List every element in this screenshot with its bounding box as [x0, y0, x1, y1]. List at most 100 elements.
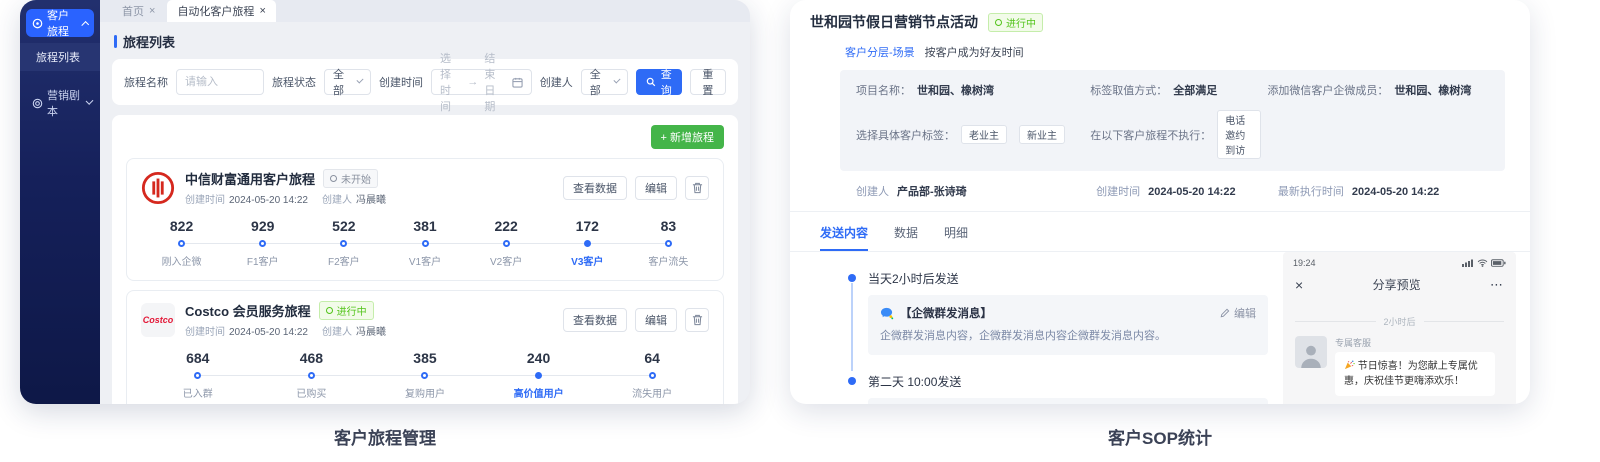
journey-step[interactable]: 822 刚入企微	[141, 218, 223, 268]
message-title: 【企微群发消息】	[900, 308, 992, 320]
costco-logo-text: Costco	[142, 314, 174, 325]
more-icon[interactable]: ⋯	[1490, 277, 1504, 293]
journey-step-active[interactable]: 172 V3客户	[546, 218, 628, 268]
journey-card-citic: 中信财富通用客户旅程 未开始 创建时间 2024-05-20 14:22 创建人冯…	[126, 158, 724, 281]
send-timeline: 当天2小时后发送 【企微群发消息】 编辑 企微群发消息内容，企微群发消息内容企微…	[848, 270, 1268, 404]
close-icon[interactable]: ×	[1295, 277, 1303, 293]
caption-journey-management: 客户旅程管理	[334, 429, 436, 448]
project-name: 项目名称： 世和园、橡树湾	[856, 85, 994, 97]
journey-funnel: 684 已入群 468 已购买 385 复购用户 240 高价值用户 64 流失…	[141, 350, 709, 400]
add-journey-button[interactable]: + 新增旅程	[650, 125, 724, 149]
sop-meta-row: 创建人 产品部-张诗琦 创建时间 2024-05-20 14:22 最新执行时间 20…	[790, 171, 1530, 211]
trash-icon	[692, 314, 703, 326]
status-badge: 进行中	[988, 12, 1043, 32]
tab-automated-journey[interactable]: 自动化客户旅程 ×	[167, 0, 276, 22]
chevron-up-icon	[81, 21, 90, 29]
edit-button[interactable]: 编辑	[635, 307, 677, 332]
target-icon	[32, 98, 43, 109]
range-arrow-icon: →	[467, 76, 479, 88]
journey-step[interactable]: 929 F1客户	[222, 218, 304, 268]
tab-data[interactable]: 数据	[894, 224, 918, 251]
journey-step[interactable]: 522 F2客户	[303, 218, 385, 268]
journey-step[interactable]: 468 已购买	[254, 350, 369, 400]
journey-step[interactable]: 381 V1客户	[384, 218, 466, 268]
scene-text: 按客户成为好友时间	[924, 47, 1024, 59]
section-header: 旅程列表	[114, 32, 750, 51]
search-button[interactable]: 查询	[635, 69, 682, 97]
journey-app-window: 客户旅程 旅程列表 营销剧本 首页 × 自动化客户旅程 × 旅程列表 旅程名称 …	[20, 0, 750, 404]
wecom-members: 添加微信客户企微成员： 世和园、橡树湾	[1267, 85, 1472, 97]
status-ring-icon	[330, 175, 338, 182]
phone-chat-area: 2小时后 专属客服 节日惊喜！为您献上专属优惠，庆祝佳节更嗨添欢乐！	[1283, 299, 1516, 404]
tab-home[interactable]: 首页 ×	[112, 0, 165, 22]
trash-icon	[692, 182, 703, 194]
creator-select[interactable]: 全部	[580, 69, 628, 97]
party-popper-icon	[1344, 359, 1355, 370]
close-icon[interactable]: ×	[259, 5, 265, 17]
phone-clock: 19:24	[1293, 258, 1316, 268]
send-time: 第二天 10:00发送	[868, 374, 962, 389]
journey-step-active[interactable]: 240 高价值用户	[481, 350, 596, 400]
edit-button[interactable]: 编辑	[635, 175, 677, 200]
journey-step[interactable]: 83 客户流失	[627, 218, 709, 268]
chevron-down-icon	[85, 97, 94, 105]
creator: 创建人 冯晨曦	[321, 327, 386, 338]
last-exec-time: 最新执行时间 2024-05-20 14:22	[1277, 186, 1440, 198]
sop-app-window: 世和园节假日营销节点活动 进行中 客户分层-场景 按客户成为好友时间 项目名称：…	[790, 0, 1530, 404]
delete-button[interactable]	[685, 307, 709, 332]
delete-button[interactable]	[685, 175, 709, 200]
tag-chip: 老业主	[961, 125, 1007, 144]
citic-logo	[141, 171, 175, 205]
edit-message-link[interactable]: 编辑	[1220, 305, 1256, 321]
message-card: 【企微群发消息】 编辑 企微群发消息内容，企微群发消息内容企微群发消息内容。	[868, 397, 1268, 404]
avatar	[1295, 336, 1327, 368]
journey-step[interactable]: 222 V2客户	[465, 218, 547, 268]
tag-chip: 电话邀约到访	[1217, 110, 1262, 159]
tab-label: 首页	[122, 6, 144, 18]
journey-icon	[32, 18, 43, 29]
tab-detail[interactable]: 明细	[944, 224, 968, 251]
journey-card-title: Costco 会员服务旅程	[185, 304, 311, 319]
sidebar-item-label: 客户旅程	[47, 10, 69, 38]
chat-message: 专属客服 节日惊喜！为您献上专属优惠，庆祝佳节更嗨添欢乐！	[1295, 336, 1504, 396]
sidebar-item-marketing-script[interactable]: 营销剧本	[20, 87, 100, 119]
timeline-item: 第二天 10:00发送 【企微群发消息】 编辑	[848, 373, 1268, 404]
close-icon[interactable]: ×	[149, 5, 155, 17]
sop-info-box: 项目名称： 世和园、橡树湾 标签取值方式： 全部满足 添加微信客户企微成员： 世…	[840, 70, 1505, 171]
wifi-icon	[1477, 259, 1488, 267]
sidebar-item-journey-list[interactable]: 旅程列表	[20, 43, 100, 71]
journey-step[interactable]: 64 流失用户	[595, 350, 709, 400]
search-icon	[646, 77, 656, 87]
scene-link[interactable]: 客户分层-场景	[845, 44, 915, 60]
sidebar-item-customer-journey[interactable]: 客户旅程	[26, 9, 94, 38]
tab-send-content[interactable]: 发送内容	[820, 224, 869, 251]
screenshot-canvas: 客户旅程 旅程列表 营销剧本 首页 × 自动化客户旅程 × 旅程列表 旅程名称 …	[0, 0, 1600, 462]
date-start-placeholder: 选择时间	[440, 53, 451, 113]
search-button-label: 查询	[660, 69, 672, 97]
sender-name: 专属客服	[1335, 338, 1372, 348]
view-data-button[interactable]: 查看数据	[563, 175, 627, 200]
caption-sop-stats: 客户SOP统计	[1108, 429, 1212, 448]
select-value: 全部	[589, 69, 601, 97]
reset-button[interactable]: 重置	[689, 69, 726, 97]
sidebar-subitem-label: 旅程列表	[36, 52, 80, 64]
sop-tabs: 发送内容 数据 明细	[790, 212, 1530, 251]
status-label: 进行中	[1006, 18, 1036, 30]
view-data-button[interactable]: 查看数据	[563, 307, 627, 332]
date-range-picker[interactable]: 选择时间 → 结束日期	[431, 53, 532, 113]
journey-status-select[interactable]: 全部	[324, 69, 371, 97]
journey-name-input[interactable]	[176, 69, 264, 95]
status-badge: 进行中	[318, 301, 374, 320]
phone-preview: 19:24 × 分享预览 ⋯ 2小时后 专属客服 节日惊喜！为您献上专属优惠，庆…	[1283, 252, 1516, 404]
select-value: 全部	[333, 69, 344, 97]
status-ring-icon	[325, 307, 333, 314]
send-time: 当天2小时后发送	[868, 272, 959, 286]
journey-status-label: 旅程状态	[272, 77, 316, 89]
message-bubble: 节日惊喜！为您献上专属优惠，庆祝佳节更嗨添欢乐！	[1335, 352, 1495, 396]
status-badge: 未开始	[323, 169, 379, 188]
created-time-label: 创建时间	[379, 77, 423, 89]
journey-step[interactable]: 684 已入群	[141, 350, 255, 400]
journey-step[interactable]: 385 复购用户	[368, 350, 482, 400]
filter-bar: 旅程名称 旅程状态 全部 创建时间 选择时间 → 结束日期 创建人	[112, 53, 738, 113]
journey-main: 首页 × 自动化客户旅程 × 旅程列表 旅程名称 旅程状态 全部	[100, 0, 750, 404]
